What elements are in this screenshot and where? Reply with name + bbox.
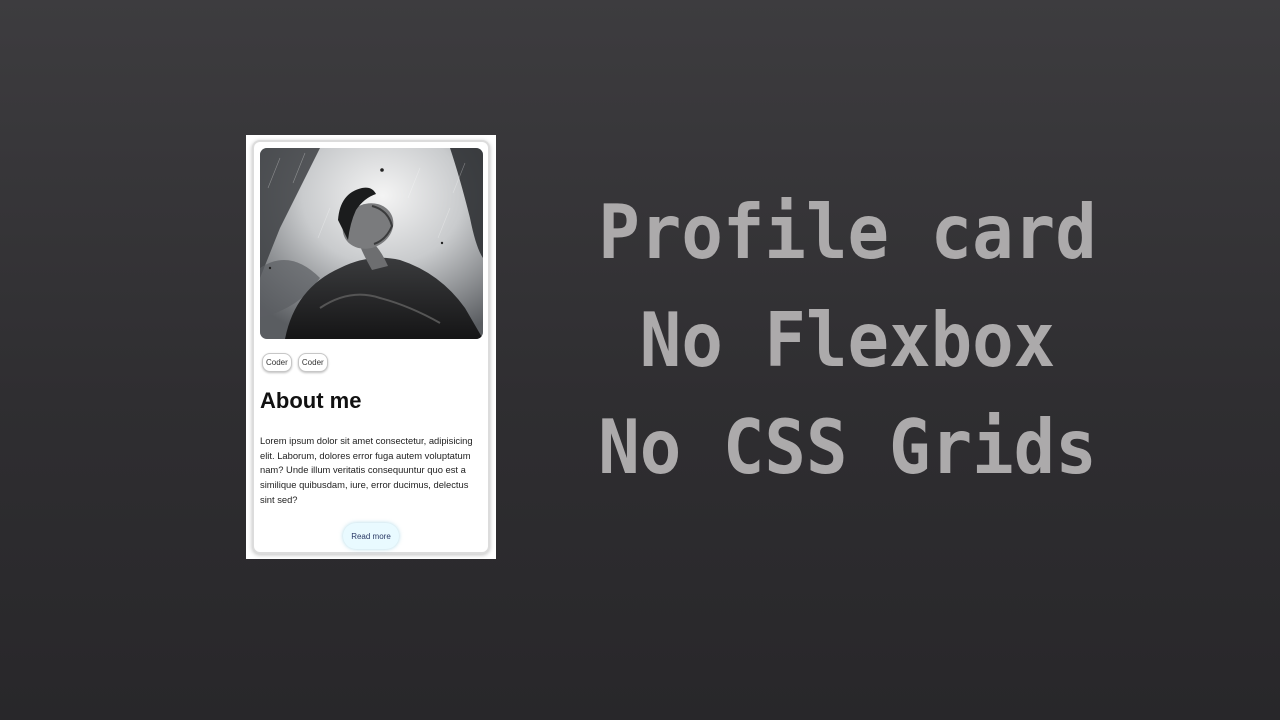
profile-card-frame: Coder Coder About me Lorem ipsum dolor s… — [246, 135, 496, 559]
headline-line-3: No CSS Grids — [598, 403, 1097, 491]
tag-coder: Coder — [262, 353, 292, 372]
profile-illustration — [260, 148, 483, 339]
card-title: About me — [260, 388, 362, 413]
headline-line-1: Profile card — [598, 188, 1097, 276]
headline-line-2: No Flexbox — [639, 296, 1056, 384]
card-bio: Lorem ipsum dolor sit amet consectetur, … — [260, 435, 473, 505]
profile-card: Coder Coder About me Lorem ipsum dolor s… — [252, 140, 490, 554]
tag-coder: Coder — [297, 353, 328, 372]
read-more-button[interactable]: Read more — [343, 523, 399, 549]
tag-list: Coder Coder — [262, 350, 329, 372]
